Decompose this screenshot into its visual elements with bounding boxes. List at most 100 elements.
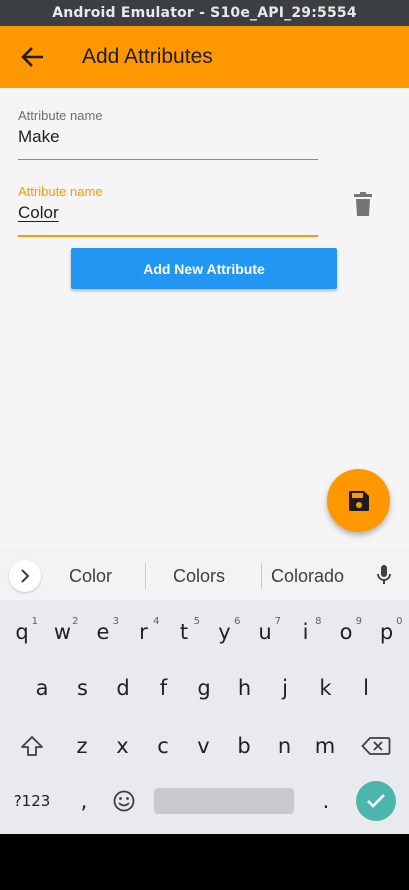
letter-key[interactable]: c: [143, 724, 183, 768]
key-number-hint: 1: [31, 616, 38, 627]
key-letter: r: [139, 620, 148, 644]
shift-key[interactable]: [12, 724, 52, 768]
key-letter: e: [96, 620, 110, 644]
key-letter: l: [363, 676, 369, 700]
field-underline: [18, 235, 318, 237]
key-letter: f: [159, 676, 168, 700]
key-number-hint: 7: [274, 616, 281, 627]
emoji-key[interactable]: [104, 781, 144, 821]
letter-key[interactable]: z: [62, 724, 102, 768]
key-letter: k: [319, 676, 332, 700]
attribute-field-color[interactable]: Attribute name Color: [18, 184, 318, 237]
suggestion-strip: Color Colors Colorado: [0, 550, 409, 600]
period-key[interactable]: .: [306, 781, 346, 821]
key-letter: p: [379, 620, 394, 644]
letter-key[interactable]: h: [225, 666, 265, 710]
divider: [145, 563, 146, 589]
key-letter: d: [116, 676, 130, 700]
content-area: Attribute name Make Attribute name Color…: [0, 88, 409, 550]
key-letter: t: [179, 620, 189, 644]
key-number-hint: 5: [193, 616, 200, 627]
letter-key[interactable]: f: [144, 666, 184, 710]
letter-key[interactable]: i8: [286, 610, 326, 654]
field-underline: [18, 159, 318, 160]
key-letter: i: [302, 620, 309, 644]
key-letter: v: [197, 734, 210, 758]
shift-icon: [21, 736, 43, 756]
key-letter: b: [237, 734, 251, 758]
field-value[interactable]: Color: [18, 203, 318, 223]
key-letter: a: [35, 676, 49, 700]
letter-key[interactable]: a: [22, 666, 62, 710]
key-letter: q: [15, 620, 29, 644]
letter-key[interactable]: w2: [43, 610, 83, 654]
letter-key[interactable]: t5: [164, 610, 204, 654]
letter-key[interactable]: e3: [83, 610, 123, 654]
backspace-key[interactable]: [356, 724, 396, 768]
symbols-key[interactable]: ?123: [6, 781, 58, 821]
divider: [261, 563, 262, 589]
key-number-hint: 4: [153, 616, 160, 627]
field-label: Attribute name: [18, 108, 103, 123]
back-button[interactable]: [0, 26, 64, 88]
field-value-text: Color: [18, 203, 59, 222]
done-key[interactable]: [356, 781, 396, 821]
navigation-bar-area: [0, 834, 409, 890]
letter-key[interactable]: s: [63, 666, 103, 710]
comma-key[interactable]: ,: [64, 781, 104, 821]
microphone-icon[interactable]: [376, 564, 392, 586]
page-title: Add Attributes: [82, 45, 213, 68]
space-key[interactable]: [154, 788, 294, 814]
letter-key[interactable]: v: [184, 724, 224, 768]
letter-key[interactable]: r4: [124, 610, 164, 654]
add-new-attribute-button[interactable]: Add New Attribute: [71, 248, 337, 289]
suggestion-word[interactable]: Colorado: [271, 566, 344, 587]
backspace-icon: [361, 737, 391, 755]
letter-key[interactable]: l: [346, 666, 386, 710]
letter-key[interactable]: p0: [367, 610, 407, 654]
key-letter: s: [77, 676, 88, 700]
suggestion-word[interactable]: Color: [69, 566, 112, 587]
key-letter: g: [197, 676, 211, 700]
app-bar: Add Attributes: [0, 26, 409, 88]
letter-key[interactable]: j: [265, 666, 305, 710]
soft-keyboard: Color Colors Colorado q1w2e3r4t5y6u7i8o9…: [0, 550, 409, 834]
letter-key[interactable]: o9: [326, 610, 366, 654]
key-letter: o: [339, 620, 353, 644]
letter-key[interactable]: b: [224, 724, 264, 768]
key-number-hint: 0: [396, 616, 403, 627]
letter-key[interactable]: m: [305, 724, 345, 768]
key-number-hint: 2: [72, 616, 79, 627]
letter-key[interactable]: u7: [245, 610, 285, 654]
letter-key[interactable]: g: [184, 666, 224, 710]
key-letter: y: [218, 620, 231, 644]
key-letter: h: [237, 676, 252, 700]
attribute-field-make[interactable]: Attribute name Make: [18, 108, 318, 160]
key-letter: m: [314, 734, 336, 758]
letter-key[interactable]: n: [265, 724, 305, 768]
letter-key[interactable]: d: [103, 666, 143, 710]
save-button[interactable]: [327, 469, 390, 532]
key-number-hint: 3: [112, 616, 119, 627]
letter-key[interactable]: q1: [2, 610, 42, 654]
arrow-back-icon: [21, 47, 43, 67]
delete-icon[interactable]: [352, 192, 374, 216]
expand-toolbar-button[interactable]: [9, 560, 41, 592]
save-icon: [348, 490, 369, 511]
window-title: Android Emulator - S10e_API_29:5554: [0, 0, 409, 26]
key-letter: n: [277, 734, 292, 758]
key-number-hint: 8: [315, 616, 322, 627]
letter-key[interactable]: y6: [205, 610, 245, 654]
letter-key[interactable]: x: [103, 724, 143, 768]
key-number-hint: 9: [355, 616, 362, 627]
key-letter: c: [157, 734, 169, 758]
suggestion-word[interactable]: Colors: [173, 566, 225, 587]
key-letter: z: [76, 734, 88, 758]
key-letter: w: [53, 620, 72, 644]
key-number-hint: 6: [234, 616, 241, 627]
checkmark-icon: [367, 794, 385, 808]
key-letter: u: [258, 620, 272, 644]
field-label: Attribute name: [18, 184, 103, 199]
field-value[interactable]: Make: [18, 127, 318, 147]
letter-key[interactable]: k: [306, 666, 346, 710]
